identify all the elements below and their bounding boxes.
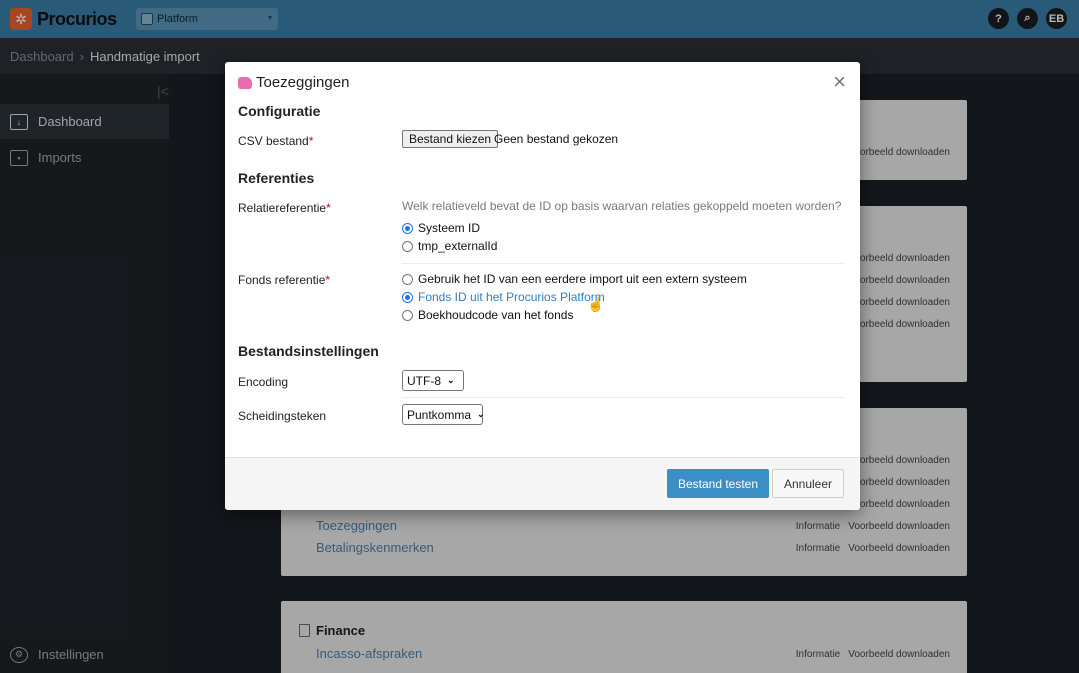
cancel-button[interactable]: Annuleer	[772, 469, 844, 498]
fonds-label-text: Fonds referentie	[238, 273, 326, 287]
pointer-cursor-icon: ☝	[587, 296, 605, 312]
encoding-label: Encoding	[238, 375, 289, 389]
scheidingsteken-label: Scheidingsteken	[238, 409, 327, 423]
radio-label: Gebruik het ID van een eerdere import ui…	[418, 272, 747, 286]
choose-file-button[interactable]: Bestand kiezen	[402, 130, 499, 148]
csv-label-text: CSV bestand	[238, 134, 309, 148]
section-bestandsinstellingen: Bestandsinstellingen	[238, 343, 379, 359]
radio-fonds-id[interactable]: Fonds ID uit het Procurios Platform	[402, 290, 605, 304]
modal-title: Toezeggingen	[238, 74, 349, 91]
radio-label: Boekhoudcode van het fonds	[418, 308, 574, 322]
chevron-down-icon: ⌄	[477, 409, 485, 419]
radio-label: tmp_externalId	[418, 239, 498, 253]
handshake-icon	[238, 76, 252, 89]
relatie-hint: Welk relatieveld bevat de ID op basis wa…	[402, 199, 842, 213]
fonds-label: Fonds referentie*	[238, 273, 330, 287]
radio-icon	[402, 240, 413, 252]
radio-systeem-id[interactable]: Systeem ID	[402, 221, 480, 235]
modal-footer: Bestand testen Annuleer	[225, 457, 860, 510]
scheidingsteken-select[interactable]: Puntkomma ⌄	[402, 404, 485, 425]
radio-icon	[402, 309, 413, 321]
section-configuratie: Configuratie	[238, 103, 321, 119]
radio-icon	[402, 273, 413, 285]
scheidingsteken-value: Puntkomma	[407, 407, 472, 422]
encoding-value: UTF-8	[407, 373, 441, 388]
radio-label: Systeem ID	[418, 221, 481, 235]
csv-label: CSV bestand*	[238, 134, 313, 148]
radio-selected-icon	[402, 291, 413, 303]
relatie-label-text: Relatiereferentie	[238, 201, 327, 215]
radio-label: Fonds ID uit het Procurios Platform	[418, 290, 605, 304]
radio-selected-icon	[402, 222, 413, 234]
import-modal: Toezeggingen × Configuratie CSV bestand*…	[225, 62, 860, 510]
test-file-button[interactable]: Bestand testen	[667, 469, 769, 498]
radio-boekhoudcode[interactable]: Boekhoudcode van het fonds	[402, 308, 573, 322]
required-marker: *	[308, 134, 314, 148]
radio-tmp-externalid[interactable]: tmp_externalId	[402, 239, 497, 253]
relatie-label: Relatiereferentie*	[238, 201, 331, 215]
radio-extern-id[interactable]: Gebruik het ID van een eerdere import ui…	[402, 272, 747, 286]
divider	[402, 263, 845, 264]
required-marker: *	[325, 273, 331, 287]
close-button[interactable]: ×	[833, 71, 846, 93]
chevron-down-icon: ⌄	[447, 375, 455, 385]
section-referenties: Referenties	[238, 170, 315, 186]
modal-title-label: Toezeggingen	[256, 74, 350, 91]
encoding-select[interactable]: UTF-8 ⌄	[402, 370, 464, 391]
required-marker: *	[326, 201, 331, 215]
divider	[402, 397, 845, 398]
file-status: Geen bestand gekozen	[494, 132, 619, 146]
